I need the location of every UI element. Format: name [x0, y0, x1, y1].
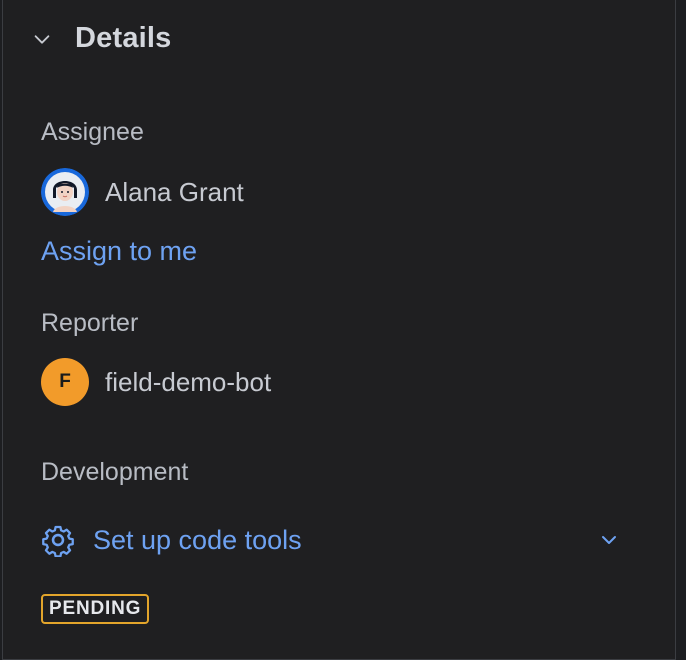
assignee-name: Alana Grant — [105, 176, 244, 207]
reporter-name: field-demo-bot — [105, 366, 272, 397]
chevron-down-icon[interactable] — [31, 28, 53, 50]
person-avatar-icon — [41, 168, 89, 216]
gear-icon — [42, 525, 74, 557]
setup-code-tools-label: Set up code tools — [93, 524, 302, 555]
status-badge: PENDING — [41, 594, 150, 624]
development-label: Development — [41, 458, 189, 486]
details-header[interactable]: Details — [31, 22, 172, 55]
details-panel: Details Assignee Alana Grant Assign to m… — [2, 0, 676, 660]
reporter-avatar: F — [41, 358, 89, 406]
assignee-row[interactable]: Alana Grant — [41, 168, 244, 216]
setup-code-tools-button[interactable]: Set up code tools — [41, 520, 621, 560]
assign-to-me-link[interactable]: Assign to me — [41, 236, 197, 267]
details-title: Details — [75, 22, 172, 54]
chevron-down-icon[interactable] — [597, 528, 621, 552]
assignee-label: Assignee — [41, 118, 144, 146]
assignee-avatar — [41, 168, 89, 216]
reporter-label: Reporter — [41, 309, 139, 337]
reporter-row[interactable]: F field-demo-bot — [41, 358, 271, 406]
